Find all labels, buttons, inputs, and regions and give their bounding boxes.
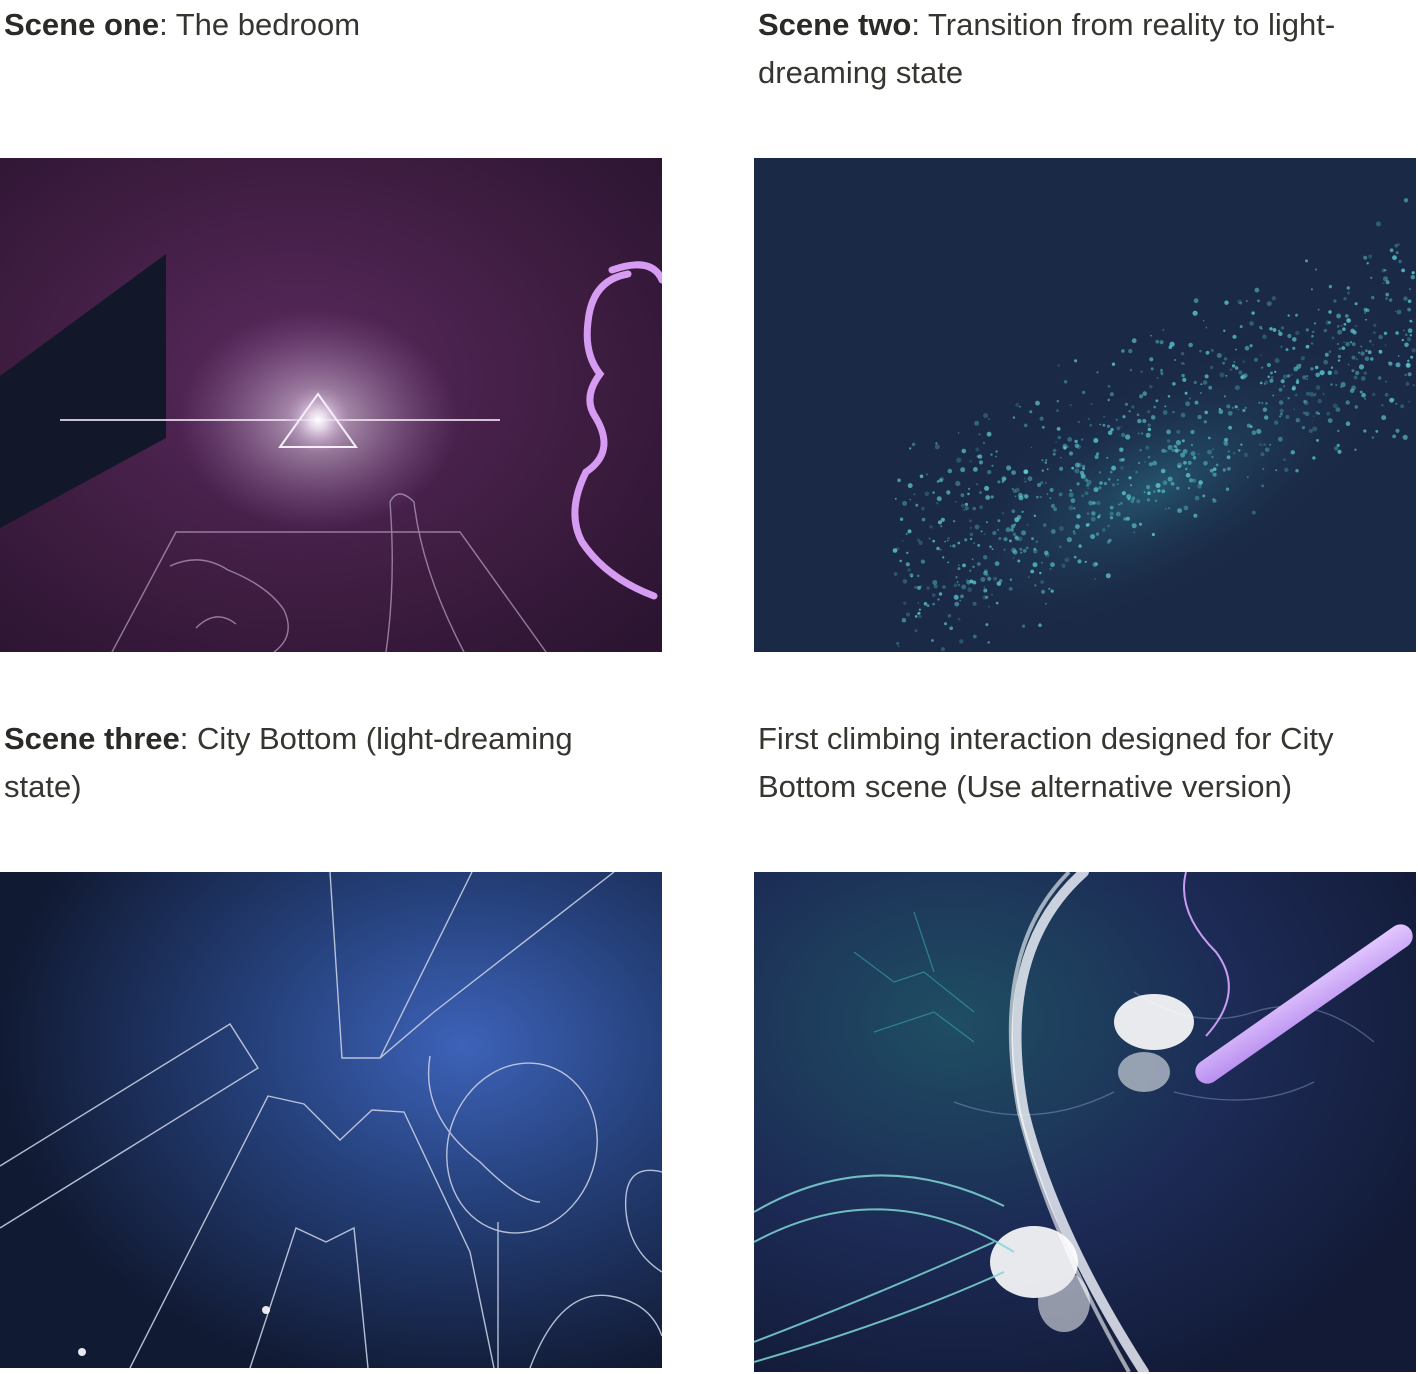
scene-one-title: Scene one <box>4 7 160 42</box>
climbing-interaction-image <box>754 872 1416 1372</box>
scene-three-image <box>0 872 662 1368</box>
climbing-interaction-description: First climbing interaction designed for … <box>758 721 1334 804</box>
scene-three-title: Scene three <box>4 721 180 756</box>
climbing-interaction-caption: First climbing interaction designed for … <box>758 715 1398 811</box>
scene-three-caption: Scene three: City Bottom (light-dreaming… <box>4 715 654 811</box>
scene-one-caption: Scene one: The bedroom <box>4 1 654 49</box>
scene-two-image <box>754 158 1416 652</box>
scene-two-caption: Scene two: Transition from reality to li… <box>758 1 1398 97</box>
scene-one-image <box>0 158 662 652</box>
scene-two-title: Scene two <box>758 7 912 42</box>
scene-one-description: : The bedroom <box>159 7 361 42</box>
